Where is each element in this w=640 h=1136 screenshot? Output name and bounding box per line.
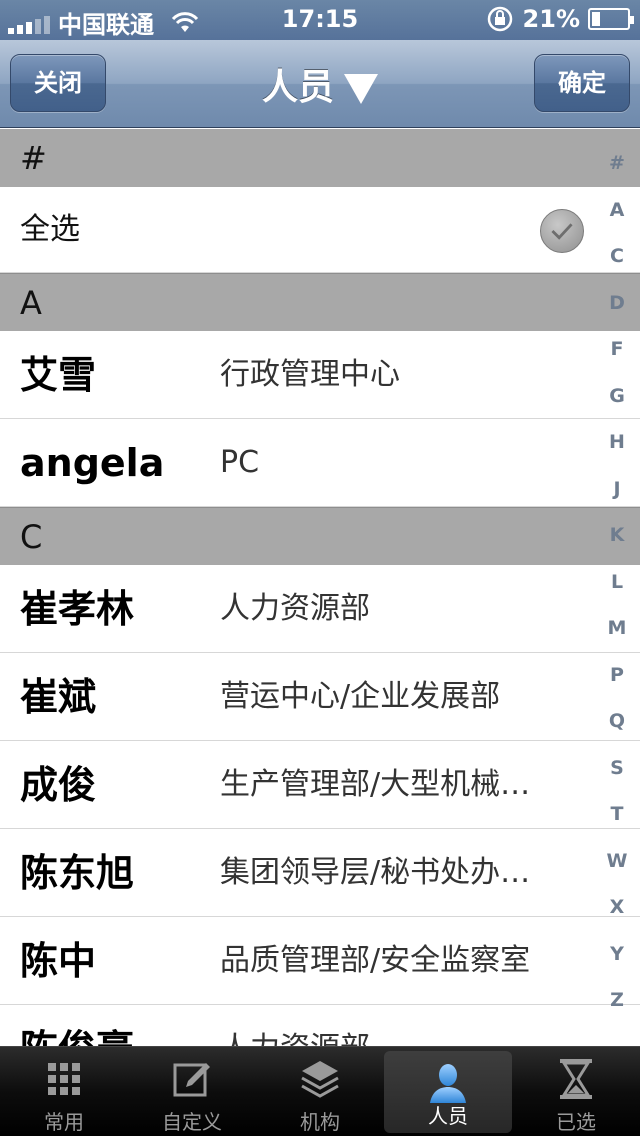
contact-name: 陈东旭 [20,851,135,895]
contact-row[interactable]: 崔斌 营运中心/企业发展部 [0,653,640,741]
section-header: # [0,129,640,187]
person-icon [430,1064,466,1103]
contact-name: 崔斌 [20,675,97,719]
index-letter[interactable]: A [610,187,625,234]
dropdown-triangle-icon [344,74,378,104]
contact-dept: 人力资源部 [220,591,370,626]
contact-name: 成俊 [20,763,97,807]
contact-dept: 生产管理部/大型机械… [220,767,531,802]
contact-row[interactable]: 成俊 生产管理部/大型机械… [0,741,640,829]
rotation-lock-icon [487,6,512,32]
select-all-label: 全选 [20,212,80,247]
page-title-label: 人员 [261,67,334,108]
tab-selected[interactable]: 已选 [512,1047,640,1136]
grid-icon [48,1063,80,1095]
index-letter[interactable]: M [608,605,627,652]
contact-row[interactable]: 陈中 品质管理部/安全监察室 [0,917,640,1005]
index-letter[interactable]: J [613,466,620,513]
edit-icon [173,1063,210,1097]
tab-organization[interactable]: 机构 [256,1047,384,1136]
index-letter[interactable]: K [610,512,625,559]
battery-percent: 21% [522,5,580,33]
tab-label: 自定义 [162,1110,222,1134]
index-letter[interactable]: Y [610,931,624,978]
contact-row[interactable]: 艾雪 行政管理中心 [0,331,640,419]
index-letter[interactable]: W [607,838,628,885]
index-letter[interactable]: L [611,559,623,606]
confirm-button[interactable]: 确定 [534,54,630,112]
index-letter[interactable]: P [610,652,624,699]
section-index-bar[interactable]: # A C D F G H J K L M P Q S T W X Y Z [594,140,640,1040]
tab-bar: 常用 自定义 机构 人员 已选 [0,1046,640,1136]
contact-name: 崔孝林 [20,587,135,631]
contact-list[interactable]: # 全选 A 艾雪 行政管理中心 angela PC C 崔孝林 人力资源部 崔… [0,129,640,1046]
contact-dept: PC [220,445,260,480]
tab-common[interactable]: 常用 [0,1047,128,1136]
index-letter[interactable]: T [611,791,624,838]
hourglass-icon [560,1059,592,1099]
index-letter[interactable]: S [610,745,624,792]
battery-icon [588,8,634,30]
contact-dept: 行政管理中心 [220,357,400,392]
layers-icon [301,1061,339,1098]
index-letter[interactable]: G [609,373,625,420]
tab-label: 已选 [556,1110,596,1134]
index-letter[interactable]: C [610,233,624,280]
index-letter[interactable]: D [609,280,625,327]
contact-name: 陈中 [20,939,97,983]
navigation-bar: 关闭 人员 确定 [0,40,640,128]
index-letter[interactable]: H [609,419,625,466]
contact-row[interactable]: angela PC [0,419,640,507]
index-letter[interactable]: Q [609,698,625,745]
contact-row[interactable]: 陈俊豪 人力资源部 [0,1005,640,1046]
section-header: C [0,507,640,565]
contact-dept: 品质管理部/安全监察室 [220,943,531,978]
status-bar: 中国联通 17:15 21% [0,0,640,40]
contact-dept: 集团领导层/秘书处办… [220,855,531,890]
select-all-row[interactable]: 全选 [0,187,640,273]
contact-dept: 人力资源部 [220,1005,576,1046]
contact-row[interactable]: 崔孝林 人力资源部 [0,565,640,653]
section-header: A [0,273,640,331]
index-letter[interactable]: Z [610,977,624,1024]
tab-custom[interactable]: 自定义 [128,1047,256,1136]
index-letter[interactable]: F [611,326,624,373]
contact-row[interactable]: 陈东旭 集团领导层/秘书处办… [0,829,640,917]
checkmark-icon[interactable] [540,209,584,253]
index-letter[interactable]: X [610,884,625,931]
tab-label: 常用 [44,1110,84,1134]
tab-label: 机构 [300,1110,340,1134]
tab-label: 人员 [428,1104,468,1128]
tab-people[interactable]: 人员 [384,1051,512,1133]
index-letter[interactable]: # [609,140,625,187]
contact-name: 陈俊豪 [20,1005,134,1046]
contact-dept: 营运中心/企业发展部 [220,679,501,714]
contact-name: 艾雪 [20,353,97,397]
contact-name: angela [20,441,165,485]
